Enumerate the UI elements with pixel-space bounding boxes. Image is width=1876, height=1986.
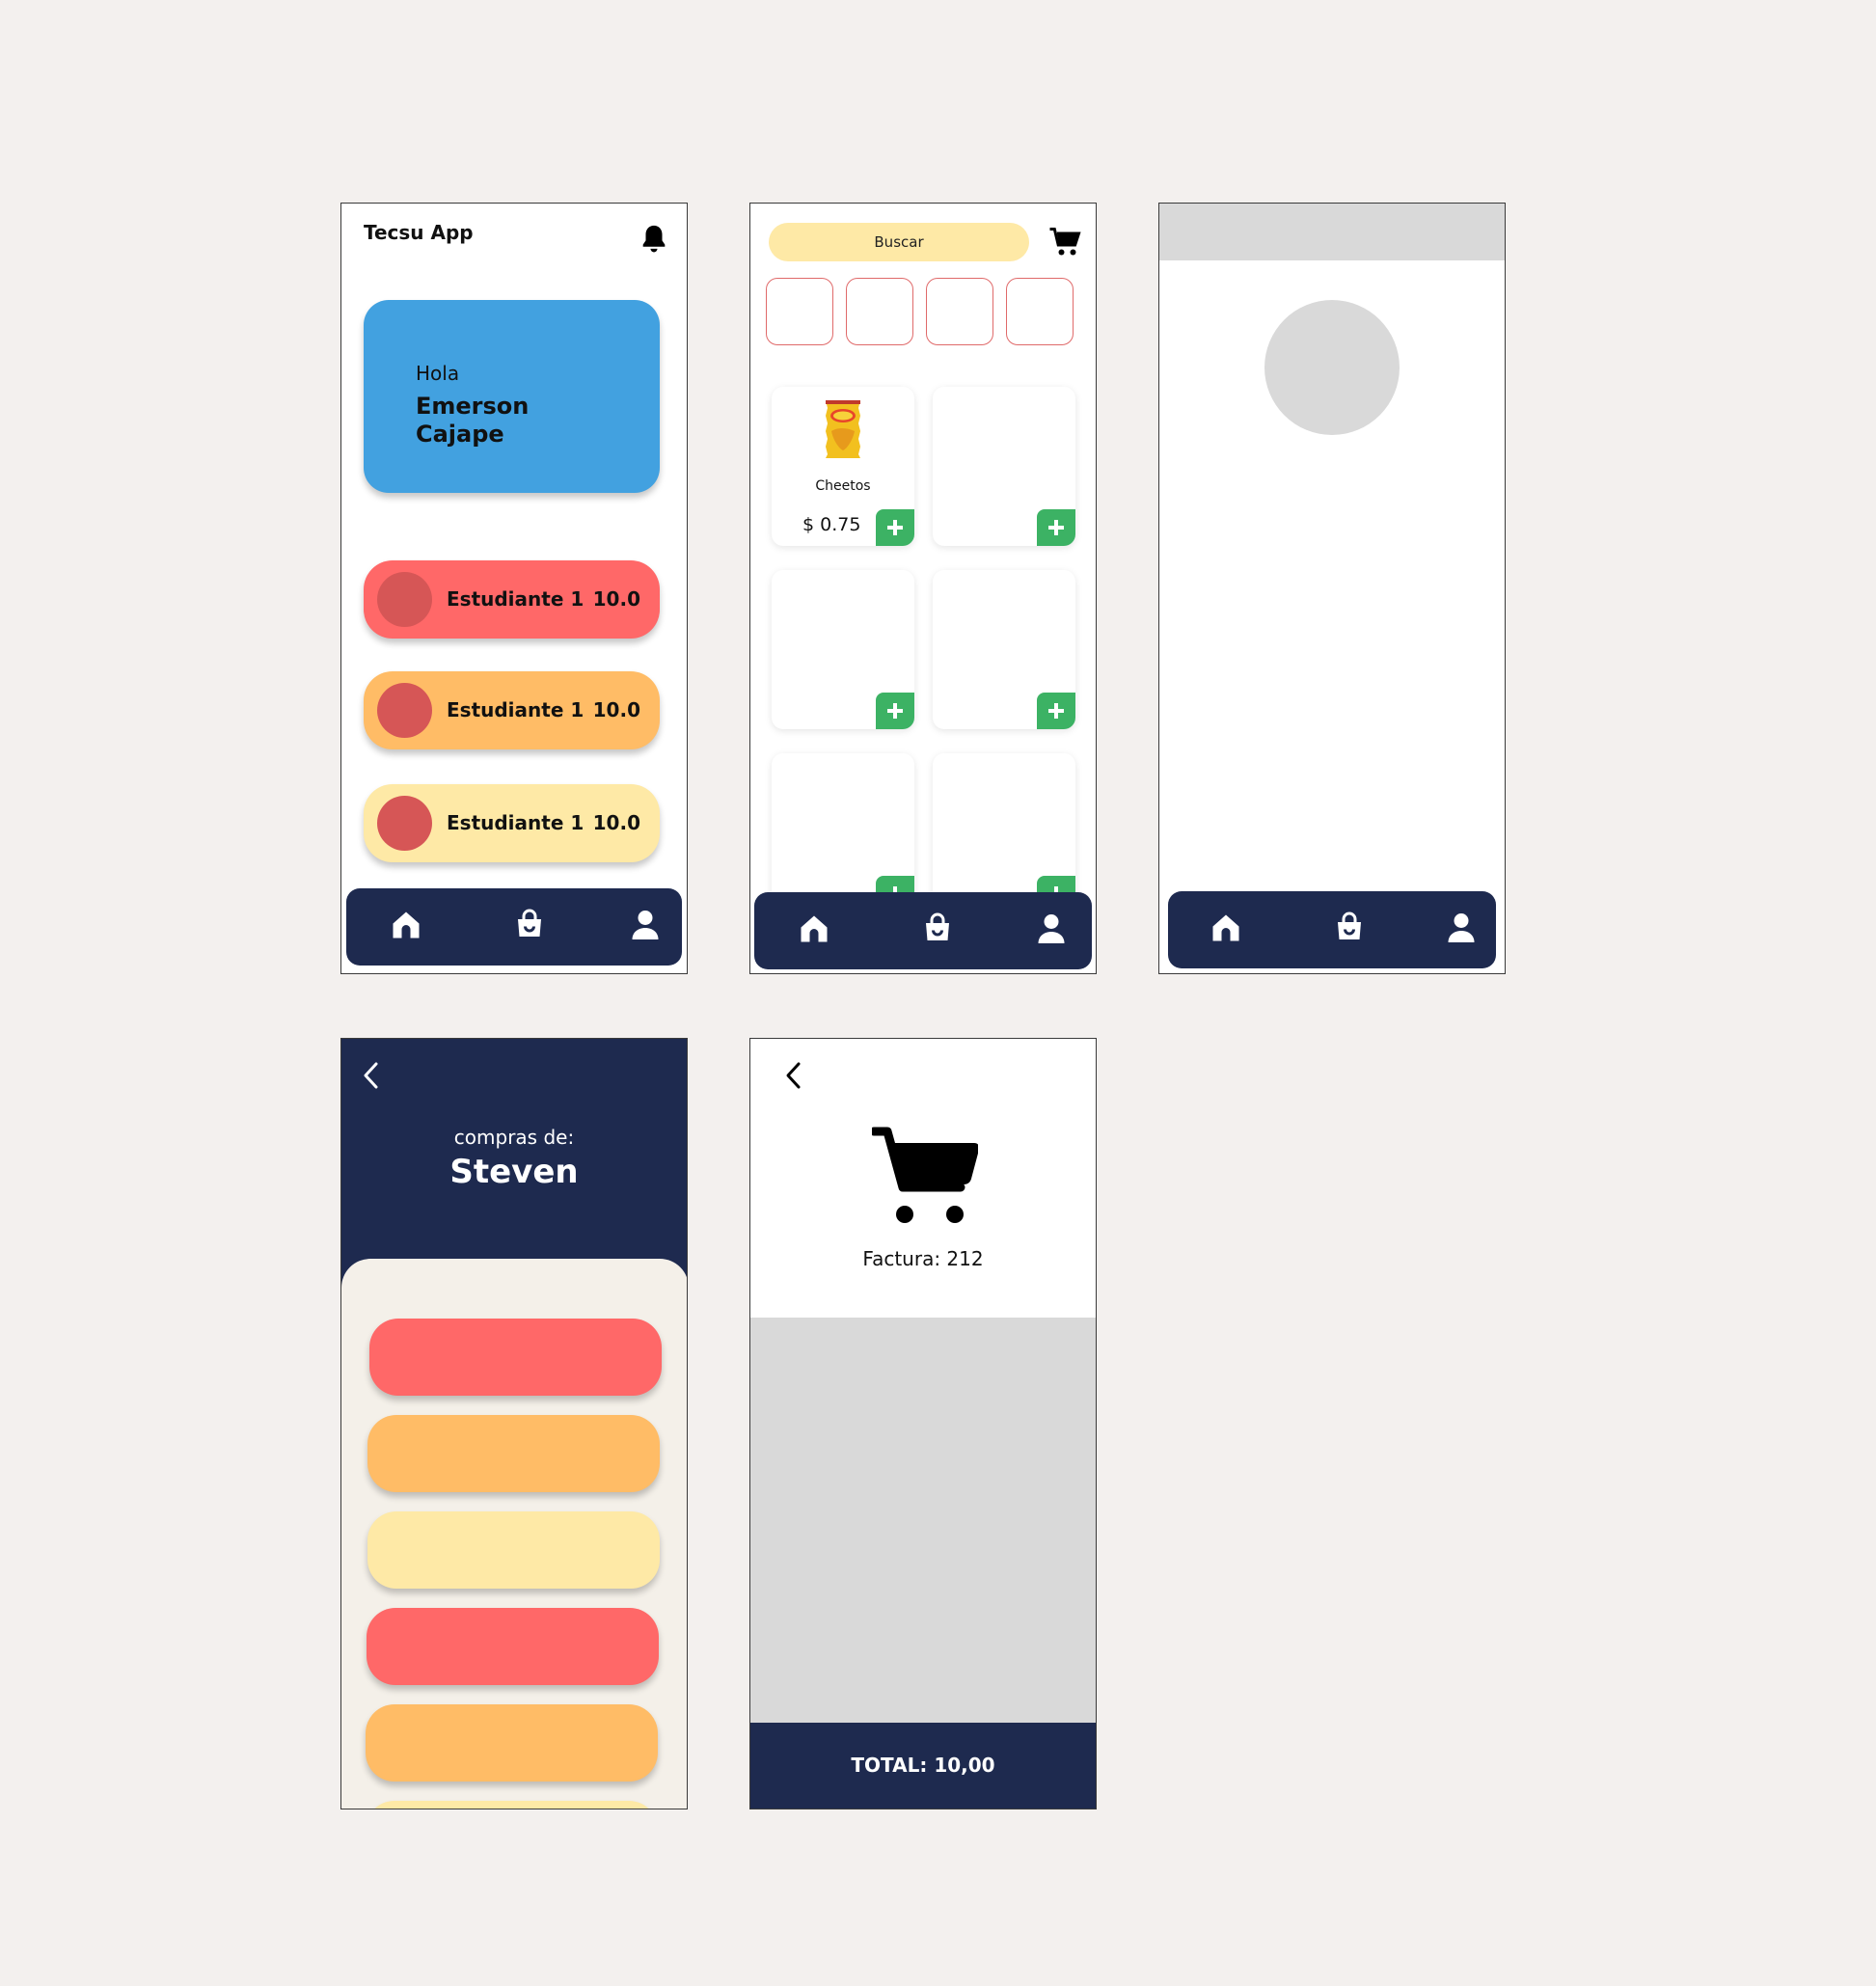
cheetos-bag-image <box>826 400 860 458</box>
student-avatar <box>377 683 432 738</box>
shopping-bag-icon[interactable] <box>512 908 547 942</box>
invoice-total: TOTAL: 10,00 <box>750 1723 1096 1809</box>
student-score: 10.0 <box>592 811 640 834</box>
student-score: 10.0 <box>592 698 640 721</box>
student-score: 10.0 <box>592 587 640 611</box>
invoice-screen: Factura: 212 TOTAL: 10,00 <box>749 1038 1097 1809</box>
invoice-items-area <box>750 1318 1096 1723</box>
bottom-nav <box>754 892 1092 969</box>
student-row[interactable]: Estudiante 1 10.0 <box>364 671 660 749</box>
category-tile[interactable] <box>766 278 833 345</box>
home-icon[interactable] <box>1209 911 1243 945</box>
purchase-item[interactable] <box>367 1511 660 1589</box>
search-input[interactable]: Buscar <box>769 223 1029 261</box>
product-card[interactable] <box>933 570 1075 729</box>
product-name: Cheetos <box>815 478 871 494</box>
purchases-list <box>341 1259 687 1809</box>
purchases-owner-name: Steven <box>449 1153 579 1191</box>
purchases-label: compras de: <box>453 1126 575 1149</box>
category-tile[interactable] <box>1006 278 1074 345</box>
home-screen: Tecsu App Hola Emerson Cajape Estudiante… <box>340 203 688 974</box>
product-card[interactable]: Cheetos $ 0.75 <box>772 387 914 546</box>
back-icon[interactable] <box>357 1056 386 1095</box>
user-icon[interactable] <box>1444 911 1479 945</box>
product-price: $ 0.75 <box>802 514 861 535</box>
bottom-nav <box>1168 891 1496 968</box>
purchase-item[interactable] <box>369 1319 662 1396</box>
profile-screen <box>1158 203 1506 974</box>
bell-icon[interactable] <box>638 223 670 256</box>
purchases-screen: compras de: Steven <box>340 1038 688 1809</box>
product-card[interactable] <box>933 387 1075 546</box>
purchase-item[interactable] <box>367 1608 659 1685</box>
greeting-card: Hola Emerson Cajape <box>364 300 660 493</box>
student-row[interactable]: Estudiante 1 10.0 <box>364 784 660 862</box>
product-card[interactable] <box>772 753 914 912</box>
add-to-cart-button[interactable] <box>1037 509 1075 546</box>
add-to-cart-button[interactable] <box>876 509 914 546</box>
user-icon[interactable] <box>1034 911 1069 946</box>
shop-screen: Buscar Cheetos $ 0.75 <box>749 203 1097 974</box>
purchase-item[interactable] <box>366 1801 658 1809</box>
student-name: Estudiante 1 <box>447 811 585 834</box>
student-row[interactable]: Estudiante 1 10.0 <box>364 560 660 639</box>
home-icon[interactable] <box>797 911 831 946</box>
profile-avatar <box>1264 300 1400 435</box>
category-tile[interactable] <box>846 278 913 345</box>
back-icon[interactable] <box>779 1056 808 1095</box>
product-card[interactable] <box>933 753 1075 912</box>
shopping-bag-icon[interactable] <box>1332 911 1367 945</box>
category-tile[interactable] <box>926 278 993 345</box>
invoice-number: Factura: 212 <box>862 1247 984 1270</box>
cart-icon[interactable] <box>1048 225 1083 259</box>
user-icon[interactable] <box>628 908 663 942</box>
add-to-cart-button[interactable] <box>1037 693 1075 729</box>
student-name: Estudiante 1 <box>447 587 585 611</box>
student-avatar <box>377 796 432 851</box>
product-card[interactable] <box>772 570 914 729</box>
purchase-item[interactable] <box>366 1704 658 1782</box>
cart-icon <box>872 1127 978 1223</box>
user-name: Emerson Cajape <box>416 393 530 448</box>
student-name: Estudiante 1 <box>447 698 585 721</box>
purchase-item[interactable] <box>367 1415 660 1492</box>
student-avatar <box>377 572 432 627</box>
app-title: Tecsu App <box>364 221 474 244</box>
bottom-nav <box>346 888 682 966</box>
greeting-text: Hola <box>416 362 460 385</box>
profile-header <box>1159 204 1505 260</box>
add-to-cart-button[interactable] <box>876 693 914 729</box>
home-icon[interactable] <box>389 908 423 942</box>
shopping-bag-icon[interactable] <box>920 911 955 946</box>
